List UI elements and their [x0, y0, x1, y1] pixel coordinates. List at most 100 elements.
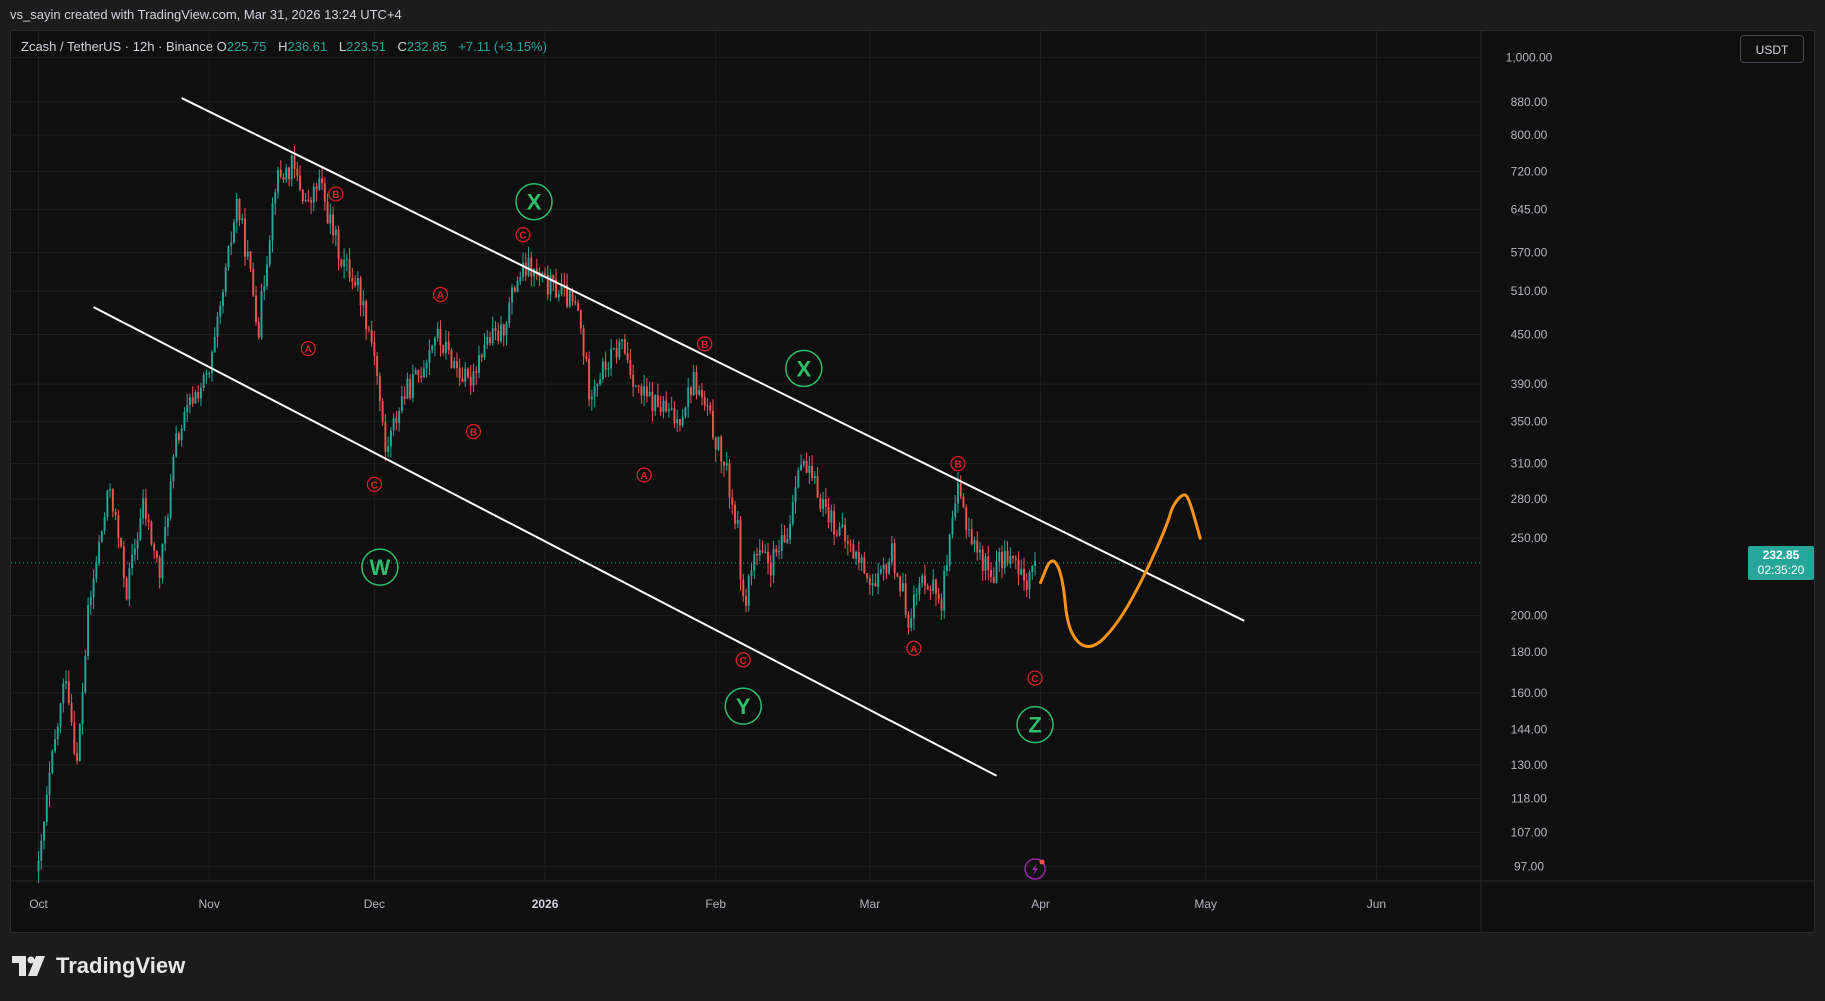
- candle-body: [472, 371, 475, 386]
- candle-body: [877, 573, 880, 587]
- candle-body: [334, 229, 337, 236]
- candle-body: [574, 301, 577, 304]
- candle-body: [962, 496, 965, 508]
- candle-body: [599, 379, 602, 385]
- candle-body: [480, 355, 483, 358]
- chart-frame[interactable]: 1,000.00 880.00 800.00 720.00 645.00 570.00 51…: [10, 30, 1815, 933]
- candle-body: [150, 521, 153, 544]
- currency-button[interactable]: USDT: [1740, 35, 1804, 63]
- candle-body: [362, 301, 365, 306]
- candle-body: [590, 396, 593, 400]
- candle-body: [794, 487, 797, 502]
- candle-body: [822, 499, 825, 510]
- candle-body: [976, 540, 979, 553]
- candle-body: [260, 290, 263, 338]
- candle-body: [268, 240, 271, 265]
- price-tick-label: 510.00: [1511, 284, 1548, 298]
- price-chart[interactable]: 1,000.00 880.00 800.00 720.00 645.00 570.00 51…: [11, 31, 1815, 933]
- candle-body: [70, 703, 73, 723]
- candle-body: [951, 517, 954, 535]
- candle-body: [98, 542, 101, 564]
- wave-minor-label: A: [437, 291, 444, 302]
- candle-body: [318, 178, 321, 190]
- price-tick-label: 390.00: [1511, 377, 1548, 391]
- price-tick-label: 97.00: [1514, 859, 1544, 873]
- candle-body: [805, 460, 808, 473]
- candle-body: [973, 540, 976, 545]
- candle-body: [370, 329, 373, 343]
- candle-body: [285, 167, 288, 180]
- candle-body: [400, 396, 403, 411]
- candle-body: [910, 618, 913, 628]
- candle-body: [954, 503, 957, 518]
- candle-body: [923, 575, 926, 586]
- candle-body: [720, 436, 723, 462]
- time-tick-label: Feb: [705, 897, 726, 911]
- time-tick-label: 2026: [532, 897, 559, 911]
- candle-body: [491, 328, 494, 344]
- candle-body: [444, 341, 447, 353]
- candle-body: [882, 564, 885, 570]
- candle-body: [932, 579, 935, 591]
- trend-line-upper: [181, 97, 1245, 622]
- candle-body: [612, 348, 615, 350]
- candle-body: [965, 507, 968, 530]
- candle-body: [158, 557, 161, 578]
- candle-body: [497, 330, 500, 342]
- candle-body: [403, 396, 406, 399]
- candle-body: [186, 405, 189, 413]
- candle-body: [684, 407, 687, 417]
- candle-body: [461, 378, 464, 382]
- candle-body: [128, 568, 131, 600]
- candle-body: [819, 497, 822, 510]
- candle-body: [945, 564, 948, 571]
- candle-body: [73, 722, 76, 754]
- projection-path: [1039, 493, 1202, 648]
- candle-body: [725, 463, 728, 466]
- tradingview-logo-icon: [12, 956, 45, 976]
- close-value: 232.85: [406, 39, 447, 54]
- candle-body: [321, 178, 324, 184]
- candle-body: [844, 524, 847, 542]
- candle-body: [855, 552, 858, 559]
- candle-body: [133, 548, 136, 555]
- candle-body: [791, 501, 794, 524]
- candle-body: [354, 281, 357, 286]
- candle-body: [998, 551, 1001, 562]
- candle-body: [166, 517, 169, 527]
- candle-body: [767, 551, 769, 563]
- candle-body: [293, 155, 296, 169]
- candle-body: [607, 368, 610, 370]
- wave-major-label: X: [527, 190, 542, 215]
- candle-body: [890, 543, 893, 562]
- candle-body: [409, 378, 412, 398]
- candle-body: [692, 372, 695, 396]
- candle-body: [508, 302, 511, 324]
- price-tick-label: 450.00: [1511, 327, 1548, 341]
- candle-body: [907, 614, 910, 628]
- candle-body: [202, 374, 205, 388]
- candle-body: [667, 409, 670, 412]
- candle-body: [153, 543, 156, 552]
- candle-body: [758, 550, 761, 556]
- candle-body: [224, 267, 227, 292]
- candle-body: [395, 417, 398, 423]
- candle-body: [1012, 556, 1014, 559]
- price-tick-label: 200.00: [1511, 609, 1548, 623]
- footer: TradingView: [0, 933, 1825, 1001]
- candle-body: [356, 278, 359, 286]
- candle-body: [103, 516, 106, 531]
- candle-body: [458, 367, 461, 379]
- candle-body: [552, 275, 555, 280]
- candle-body: [670, 408, 673, 410]
- time-tick-label: Dec: [364, 897, 385, 911]
- candle-body: [67, 681, 70, 704]
- candle-body: [315, 186, 318, 190]
- tradingview-logo[interactable]: TradingView: [12, 953, 185, 979]
- candle-body: [992, 576, 995, 583]
- candle-body: [494, 328, 497, 331]
- candle-body: [216, 316, 219, 337]
- candle-body: [65, 681, 68, 684]
- candle-body: [144, 498, 147, 520]
- wave-major-label: Z: [1028, 713, 1041, 738]
